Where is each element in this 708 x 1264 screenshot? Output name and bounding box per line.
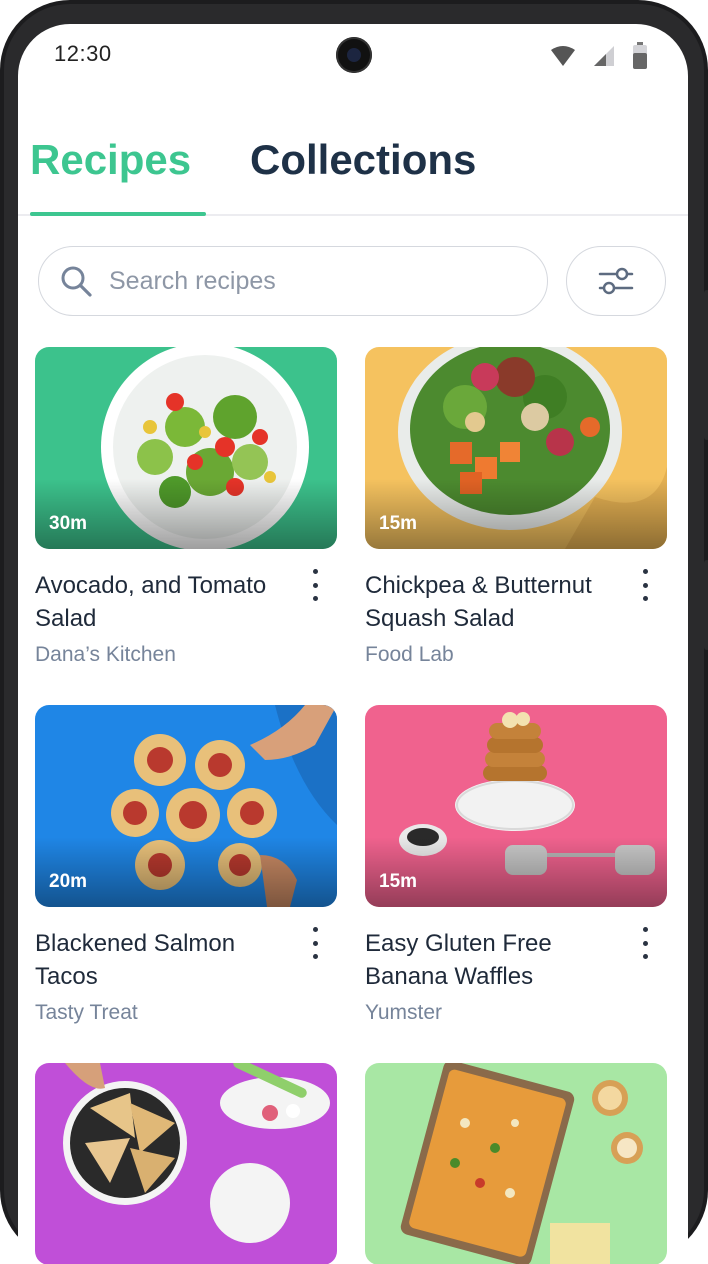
search-icon bbox=[61, 266, 92, 297]
recipe-title[interactable]: Blackened Salmon Tacos bbox=[35, 927, 295, 993]
power-button bbox=[704, 560, 708, 650]
recipe-image[interactable]: 30m bbox=[35, 347, 337, 549]
recipe-image[interactable] bbox=[35, 1063, 337, 1264]
tab-bar: Recipes Collections bbox=[18, 136, 688, 216]
recipe-source[interactable]: Yumster bbox=[365, 1001, 667, 1025]
more-options-icon[interactable] bbox=[637, 569, 653, 601]
nachos-illustration bbox=[400, 1063, 643, 1264]
recipe-source[interactable]: Food Lab bbox=[365, 643, 667, 667]
cook-time: 15m bbox=[379, 513, 418, 534]
recipe-source[interactable]: Dana’s Kitchen bbox=[35, 643, 337, 667]
cellular-signal-icon bbox=[594, 46, 614, 66]
more-options-icon[interactable] bbox=[307, 569, 323, 601]
recipe-image[interactable]: 20m bbox=[35, 705, 337, 907]
app-screen: 12:30 Recipes Collections Search recipes… bbox=[18, 24, 688, 1264]
recipe-card[interactable]: 15m Chickpea & Butternut Squash Salad Fo… bbox=[365, 347, 667, 667]
recipe-image[interactable] bbox=[365, 1063, 667, 1264]
cook-time: 15m bbox=[379, 871, 418, 892]
status-icons bbox=[550, 42, 648, 70]
recipe-image[interactable]: 15m bbox=[365, 347, 667, 549]
more-options-icon[interactable] bbox=[307, 927, 323, 959]
recipe-title[interactable]: Avocado, and Tomato Salad bbox=[35, 569, 295, 635]
recipe-title[interactable]: Chickpea & Butternut Squash Salad bbox=[365, 569, 625, 635]
recipe-card[interactable]: 15m Easy Gluten Free Banana Waffles Yums… bbox=[365, 705, 667, 1025]
battery-icon bbox=[633, 42, 647, 69]
tab-recipes[interactable]: Recipes bbox=[30, 136, 191, 184]
search-input[interactable] bbox=[107, 265, 511, 297]
wifi-icon bbox=[551, 46, 575, 66]
more-options-icon[interactable] bbox=[637, 927, 653, 959]
cook-time: 30m bbox=[49, 513, 88, 534]
cook-time: 20m bbox=[49, 871, 88, 892]
recipe-source[interactable]: Tasty Treat bbox=[35, 1001, 337, 1025]
active-tab-indicator bbox=[30, 212, 206, 216]
recipe-card[interactable]: 30m Avocado, and Tomato Salad Dana’s Kit… bbox=[35, 347, 337, 667]
recipe-title[interactable]: Easy Gluten Free Banana Waffles bbox=[365, 927, 625, 993]
front-camera bbox=[336, 37, 372, 73]
filter-sliders-icon bbox=[598, 267, 634, 295]
filter-button[interactable] bbox=[566, 246, 666, 316]
recipe-card[interactable] bbox=[35, 1063, 337, 1264]
recipe-image[interactable]: 15m bbox=[365, 705, 667, 907]
recipe-card[interactable]: 20m Blackened Salmon Tacos Tasty Treat bbox=[35, 705, 337, 1025]
tab-collections[interactable]: Collections bbox=[250, 136, 476, 184]
flatbread-illustration bbox=[63, 1063, 330, 1243]
volume-button bbox=[704, 290, 708, 440]
recipe-card[interactable] bbox=[365, 1063, 667, 1264]
search-bar[interactable] bbox=[38, 246, 548, 316]
status-time: 12:30 bbox=[54, 41, 112, 66]
